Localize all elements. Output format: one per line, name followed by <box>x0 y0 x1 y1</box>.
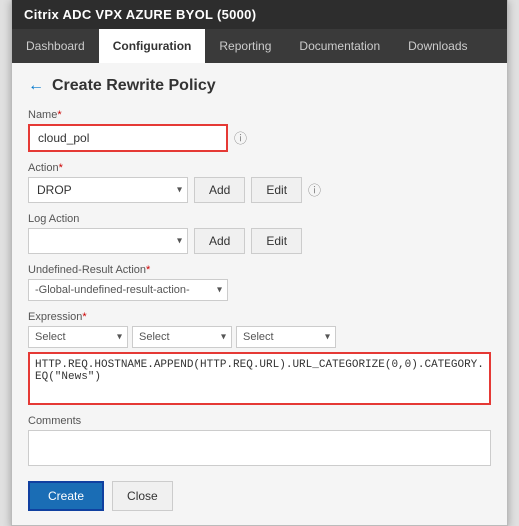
undefined-select-wrapper: -Global-undefined-result-action- <box>28 279 228 301</box>
nav-configuration[interactable]: Configuration <box>99 29 206 63</box>
action-add-button[interactable]: Add <box>194 177 245 203</box>
app-window: Citrix ADC VPX AZURE BYOL (5000) Dashboa… <box>11 0 508 526</box>
expr-select-2-wrapper: Select <box>132 326 232 348</box>
nav-dashboard[interactable]: Dashboard <box>12 29 99 63</box>
comments-group: Comments <box>28 415 491 469</box>
action-select-wrapper: DROP <box>28 177 188 203</box>
action-info-icon[interactable]: ⓘ <box>308 180 321 199</box>
expr-select-1-wrapper: Select <box>28 326 128 348</box>
title-bar: Citrix ADC VPX AZURE BYOL (5000) <box>12 0 507 29</box>
name-group: Name* ⓘ <box>28 109 491 152</box>
window-title: Citrix ADC VPX AZURE BYOL (5000) <box>24 7 256 22</box>
action-label: Action* <box>28 162 491 174</box>
name-label: Name* <box>28 109 491 121</box>
expression-label: Expression* <box>28 311 491 323</box>
expression-selects-row: Select Select Select <box>28 326 491 348</box>
page-header: ← Create Rewrite Policy <box>28 77 491 95</box>
expression-textarea-wrapper: HTTP.REQ.HOSTNAME.APPEND(HTTP.REQ.URL).U… <box>28 352 491 405</box>
log-action-label: Log Action <box>28 213 491 225</box>
nav-reporting[interactable]: Reporting <box>205 29 285 63</box>
comments-label: Comments <box>28 415 491 427</box>
log-action-select-wrapper <box>28 228 188 254</box>
nav-documentation[interactable]: Documentation <box>285 29 394 63</box>
action-group: Action* DROP Add Edit ⓘ <box>28 162 491 203</box>
page-title: Create Rewrite Policy <box>52 77 216 95</box>
undefined-label: Undefined-Result Action* <box>28 264 491 276</box>
name-info-icon[interactable]: ⓘ <box>234 128 247 147</box>
log-add-button[interactable]: Add <box>194 228 245 254</box>
action-input-row: DROP Add Edit ⓘ <box>28 177 491 203</box>
expr-select-3-wrapper: Select <box>236 326 336 348</box>
expr-select-2[interactable]: Select <box>132 326 232 348</box>
main-content: ← Create Rewrite Policy Name* ⓘ Action* … <box>12 63 507 525</box>
action-edit-button[interactable]: Edit <box>251 177 302 203</box>
log-action-input-row: Add Edit <box>28 228 491 254</box>
create-button[interactable]: Create <box>28 481 104 511</box>
comments-textarea[interactable] <box>28 430 491 466</box>
nav-bar: Dashboard Configuration Reporting Docume… <box>12 29 507 63</box>
name-input[interactable] <box>28 124 228 152</box>
log-action-group: Log Action Add Edit <box>28 213 491 254</box>
close-button[interactable]: Close <box>112 481 173 511</box>
undefined-select[interactable]: -Global-undefined-result-action- <box>28 279 228 301</box>
log-edit-button[interactable]: Edit <box>251 228 302 254</box>
log-action-select[interactable] <box>28 228 188 254</box>
footer-buttons: Create Close <box>28 481 491 511</box>
expr-select-3[interactable]: Select <box>236 326 336 348</box>
expression-textarea[interactable]: HTTP.REQ.HOSTNAME.APPEND(HTTP.REQ.URL).U… <box>35 359 484 395</box>
undefined-group: Undefined-Result Action* -Global-undefin… <box>28 264 491 301</box>
undefined-input-row: -Global-undefined-result-action- <box>28 279 491 301</box>
nav-downloads[interactable]: Downloads <box>394 29 481 63</box>
name-input-row: ⓘ <box>28 124 491 152</box>
expr-select-1[interactable]: Select <box>28 326 128 348</box>
back-button[interactable]: ← <box>28 77 44 95</box>
action-select[interactable]: DROP <box>28 177 188 203</box>
expression-group: Expression* Select Select Select <box>28 311 491 405</box>
